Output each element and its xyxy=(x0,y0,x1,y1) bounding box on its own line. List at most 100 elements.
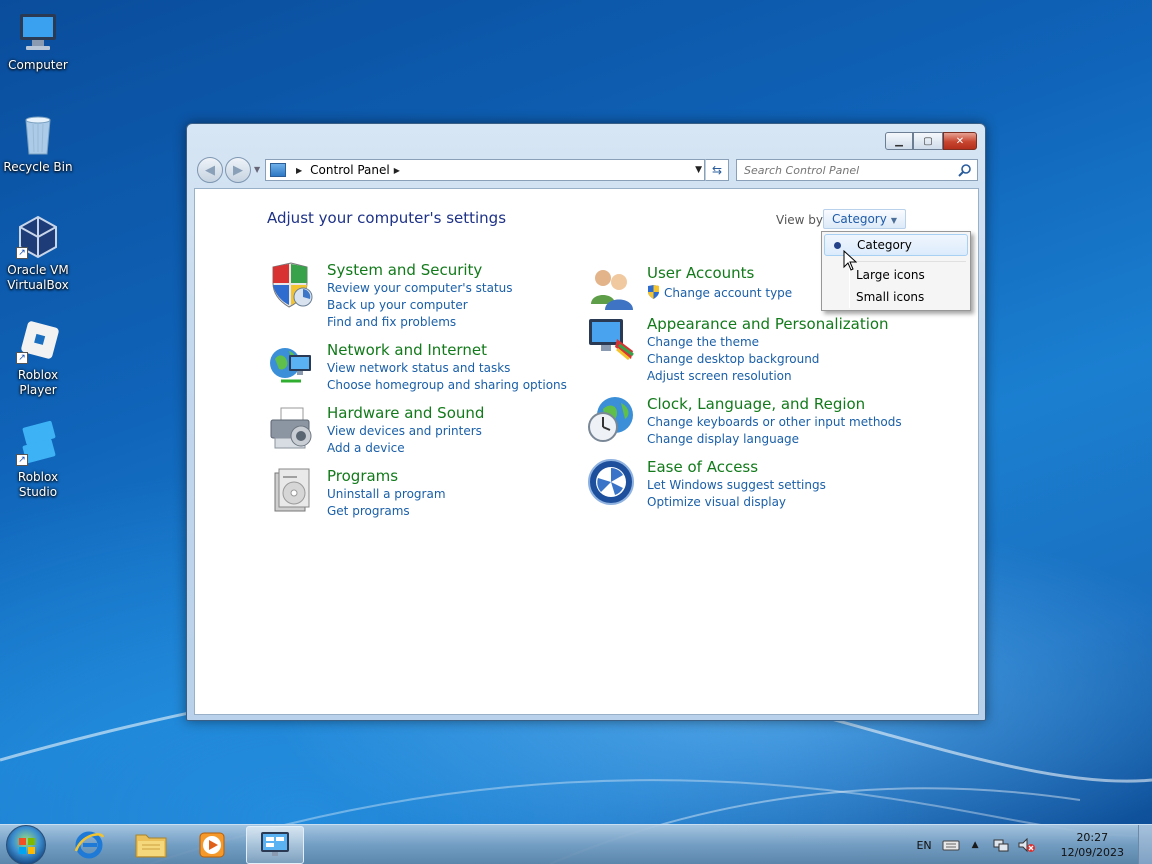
task-link[interactable]: Review your computer's status xyxy=(327,280,513,297)
network-globe-icon xyxy=(270,348,311,383)
show-desktop-button[interactable] xyxy=(1138,825,1152,864)
control-panel-icon xyxy=(270,163,286,177)
menu-item-label: Large icons xyxy=(856,268,925,282)
task-link[interactable]: Get programs xyxy=(327,503,446,520)
address-history-dropdown-icon[interactable]: ▼ xyxy=(695,165,702,175)
network-icon[interactable] xyxy=(993,837,1009,853)
control-panel-icon xyxy=(261,832,289,856)
ease-of-access-icon xyxy=(588,459,634,505)
task-link[interactable]: View network status and tasks xyxy=(327,360,567,377)
back-button[interactable]: ◀ xyxy=(197,157,223,183)
uac-shield-icon xyxy=(648,285,659,299)
search-box[interactable] xyxy=(736,159,978,181)
show-hidden-icons-icon[interactable]: ▲ xyxy=(972,840,979,850)
media-player-icon xyxy=(199,832,225,858)
desktop-icon-label: Roblox Player xyxy=(17,368,59,397)
close-button[interactable]: ✕ xyxy=(943,132,977,150)
control-panel-window: ▁ ▢ ✕ ◀ ▶ ▼ ▶ Control Panel ▶ ▼ ⇆ Adjust… xyxy=(186,123,986,721)
desktop-icon-label: Oracle VM VirtualBox xyxy=(7,263,69,292)
category-links: View devices and printers Add a device xyxy=(327,423,482,457)
desktop-icon-recycle-bin[interactable]: Recycle Bin xyxy=(0,110,76,175)
category-title-link[interactable]: Hardware and Sound xyxy=(327,404,484,422)
view-by-value: Category xyxy=(832,212,887,226)
category-links: Change the theme Change desktop backgrou… xyxy=(647,334,819,385)
menu-item-small-icons[interactable]: Small icons xyxy=(824,286,968,308)
desktop-icon-label: Computer xyxy=(8,58,68,72)
mouse-cursor-icon xyxy=(843,250,857,271)
category-links: Change account type xyxy=(647,285,792,302)
view-by-dropdown[interactable]: Category ▼ xyxy=(823,209,906,229)
printer-icon xyxy=(270,407,312,449)
task-link[interactable]: View devices and printers xyxy=(327,423,482,440)
programs-icon xyxy=(274,468,310,512)
forward-button[interactable]: ▶ xyxy=(225,157,251,183)
desktop-icon-roblox-player[interactable]: ↗ Roblox Player xyxy=(0,318,76,398)
category-title-link[interactable]: Clock, Language, and Region xyxy=(647,395,865,413)
menu-item-label: Category xyxy=(857,238,912,252)
task-link[interactable]: Change desktop background xyxy=(647,351,819,368)
task-link[interactable]: Back up your computer xyxy=(327,297,513,314)
shield-icon xyxy=(272,262,313,308)
computer-icon xyxy=(14,8,62,56)
task-link[interactable]: Let Windows suggest settings xyxy=(647,477,826,494)
task-link[interactable]: Change display language xyxy=(647,431,902,448)
desktop-icon-label: Roblox Studio xyxy=(17,470,59,499)
task-link[interactable]: Uninstall a program xyxy=(327,486,446,503)
task-link[interactable]: Choose homegroup and sharing options xyxy=(327,377,567,394)
windows-logo-icon xyxy=(19,838,35,854)
refresh-button[interactable]: ⇆ xyxy=(705,159,729,181)
category-links: Uninstall a program Get programs xyxy=(327,486,446,520)
task-link[interactable]: Find and fix problems xyxy=(327,314,513,331)
category-title-link[interactable]: User Accounts xyxy=(647,264,754,282)
desktop-icon-computer[interactable]: Computer xyxy=(0,8,76,73)
maximize-button[interactable]: ▢ xyxy=(913,132,943,150)
breadcrumb-control-panel[interactable]: Control Panel xyxy=(310,163,390,177)
keyboard-icon[interactable] xyxy=(942,839,960,851)
breadcrumb-separator-icon[interactable]: ▶ xyxy=(394,166,400,175)
desktop-icon-label: Recycle Bin xyxy=(3,160,73,174)
category-links: Review your computer's status Back up yo… xyxy=(327,280,513,331)
task-link[interactable]: Optimize visual display xyxy=(647,494,826,511)
window-caption-buttons: ▁ ▢ ✕ xyxy=(885,132,977,150)
taskbar-windows-explorer[interactable] xyxy=(122,826,180,864)
breadcrumb-separator-icon[interactable]: ▶ xyxy=(296,166,302,175)
task-link[interactable]: Change the theme xyxy=(647,334,819,351)
menu-item-label: Small icons xyxy=(856,290,925,304)
category-links: Change keyboards or other input methods … xyxy=(647,414,902,448)
category-title-link[interactable]: Ease of Access xyxy=(647,458,758,476)
users-icon xyxy=(591,270,633,310)
desktop-icon-roblox-studio[interactable]: ↗ Roblox Studio xyxy=(0,420,76,500)
roblox-studio-icon: ↗ xyxy=(14,420,62,468)
internet-explorer-icon xyxy=(74,831,105,859)
volume-muted-icon[interactable] xyxy=(1017,837,1035,853)
category-title-link[interactable]: Programs xyxy=(327,467,398,485)
taskbar-control-panel[interactable] xyxy=(246,826,304,864)
taskbar-internet-explorer[interactable] xyxy=(60,826,118,864)
clock-date: 12/09/2023 xyxy=(1060,846,1124,859)
minimize-button[interactable]: ▁ xyxy=(885,132,913,150)
menu-separator xyxy=(852,261,966,262)
view-by-label: View by: xyxy=(776,213,827,227)
category-title-link[interactable]: Network and Internet xyxy=(327,341,487,359)
dropdown-caret-icon: ▼ xyxy=(890,216,897,225)
category-title-link[interactable]: System and Security xyxy=(327,261,482,279)
taskbar-media-player[interactable] xyxy=(183,826,241,864)
virtualbox-icon: ↗ xyxy=(14,213,62,261)
task-link[interactable]: Adjust screen resolution xyxy=(647,368,819,385)
search-icon[interactable] xyxy=(958,163,972,177)
address-bar[interactable]: ▶ Control Panel ▶ ▼ xyxy=(265,159,705,181)
clock-time: 20:27 xyxy=(1076,831,1109,844)
desktop-icon-virtualbox[interactable]: ↗ Oracle VM VirtualBox xyxy=(0,213,76,293)
search-input[interactable] xyxy=(744,163,954,177)
system-tray: EN ▲ 20:27 12/09/2023 xyxy=(916,825,1124,864)
recent-pages-dropdown[interactable]: ▼ xyxy=(254,165,260,174)
recycle-bin-icon xyxy=(14,110,62,158)
language-indicator[interactable]: EN xyxy=(916,839,931,852)
task-link[interactable]: Add a device xyxy=(327,440,482,457)
category-title-link[interactable]: Appearance and Personalization xyxy=(647,315,889,333)
task-link[interactable]: Change keyboards or other input methods xyxy=(647,414,902,431)
task-link-change-account-type[interactable]: Change account type xyxy=(647,285,792,302)
clock[interactable]: 20:27 12/09/2023 xyxy=(1061,830,1124,860)
shortcut-arrow-icon: ↗ xyxy=(16,454,28,466)
start-button[interactable] xyxy=(6,825,46,864)
